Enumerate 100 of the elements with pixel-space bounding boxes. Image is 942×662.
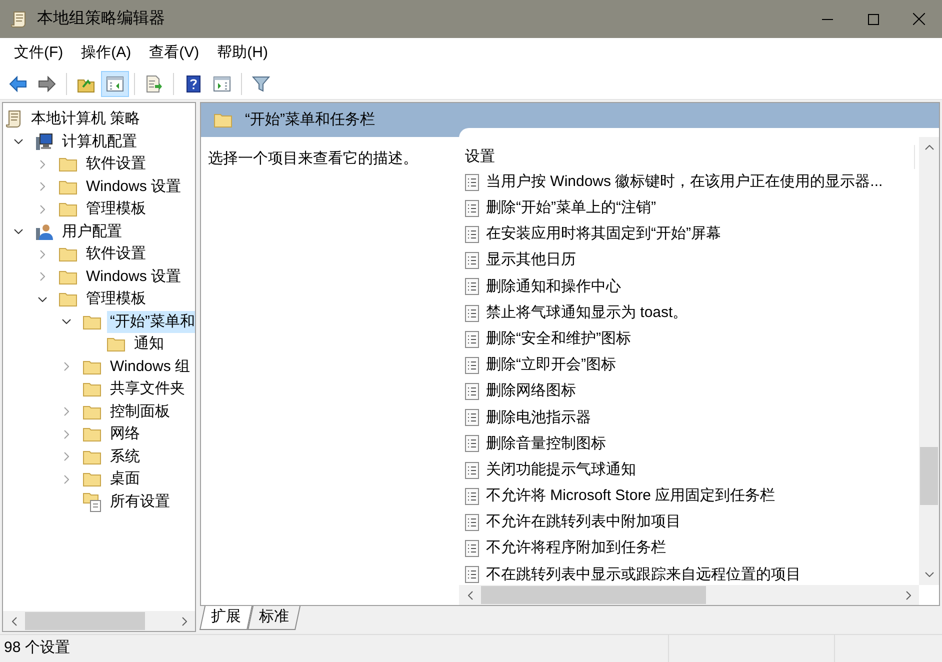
maximize-icon [868, 14, 878, 24]
tree-item[interactable]: 控制面板 [107, 400, 173, 423]
folder-icon [83, 314, 101, 330]
tree-item[interactable]: 计算机配置 [59, 130, 140, 153]
tree-item[interactable]: 管理模板 [83, 198, 149, 220]
chevron-right-icon[interactable] [64, 407, 68, 416]
setting-item[interactable]: 当用户按 Windows 徽标键时，在该用户正在使用的显示器... [486, 170, 883, 194]
setting-icon [465, 462, 479, 479]
pane-action-icon [213, 74, 231, 92]
folder-icon [59, 178, 77, 195]
tab[interactable]: 标准 [247, 606, 301, 630]
scrollbar-thumb[interactable] [25, 612, 145, 630]
tree-item[interactable]: 所有设置 [107, 490, 173, 513]
tree-item[interactable]: 管理模板 [83, 288, 149, 310]
tree-item[interactable]: Windows 设置 [83, 176, 184, 198]
setting-icon [465, 200, 479, 217]
export-list-icon [145, 74, 163, 92]
tree-item[interactable]: Windows 组 [107, 356, 194, 378]
setting-icon [465, 409, 479, 426]
menu-item[interactable]: 文件(F) [5, 40, 72, 66]
folder-icon [59, 156, 77, 172]
setting-item[interactable]: 禁止将气球通知显示为 toast。 [486, 302, 688, 324]
setting-item[interactable]: 不允许在跳转列表中附加项目 [486, 511, 681, 534]
panel-title: “开始”菜单和任务栏 [245, 110, 375, 130]
chevron-down-icon [924, 572, 934, 577]
computer-icon [35, 132, 53, 151]
setting-icon [465, 383, 479, 400]
tree-item[interactable]: “开始”菜单和 [107, 310, 195, 333]
tree-item[interactable]: 软件设置 [83, 243, 149, 266]
folder-icon [59, 291, 77, 308]
chevron-right-icon[interactable] [40, 250, 44, 259]
setting-item[interactable]: 不允许将程序附加到任务栏 [486, 537, 666, 560]
folder-icon [83, 381, 101, 398]
setting-item[interactable]: 不允许将 Microsoft Store 应用固定到任务栏 [486, 485, 776, 508]
chevron-down-icon[interactable] [14, 229, 22, 234]
scrollbar-thumb[interactable] [481, 586, 706, 604]
tree-item[interactable]: 用户配置 [59, 220, 125, 243]
folder-icon [107, 336, 125, 352]
pane-tree-icon [106, 74, 124, 92]
folder-icon [83, 404, 101, 420]
column-header[interactable]: 设置 [465, 146, 495, 168]
tree-item[interactable]: 桌面 [107, 468, 143, 490]
setting-icon [465, 356, 479, 374]
chevron-right-icon[interactable] [40, 272, 44, 282]
chevron-right-icon[interactable] [64, 474, 68, 484]
tree-item[interactable]: 软件设置 [83, 153, 149, 176]
chevron-right-icon[interactable] [40, 204, 44, 214]
folder-icon [83, 448, 101, 465]
close-icon [913, 13, 925, 25]
user-icon [35, 222, 53, 241]
setting-item[interactable]: 删除电池指示器 [486, 406, 591, 430]
filter-icon [252, 74, 270, 92]
setting-icon [465, 514, 479, 532]
minimize-icon [822, 18, 832, 20]
folder-icon [59, 246, 77, 262]
window-title: 本地组策略编辑器 [37, 8, 165, 29]
chevron-left-icon [468, 590, 472, 600]
horizontal-scrollbar[interactable] [459, 585, 919, 605]
setting-icon [465, 488, 479, 505]
menu-item[interactable]: 查看(V) [140, 40, 208, 66]
tree-item[interactable]: 系统 [107, 446, 143, 468]
setting-item[interactable]: 删除“立即开会”图标 [486, 354, 616, 377]
setting-item[interactable]: 删除网络图标 [486, 380, 576, 403]
chevron-down-icon[interactable] [38, 296, 46, 302]
folder-icon [83, 471, 101, 488]
setting-icon [465, 174, 479, 191]
back-arrow-icon [9, 74, 27, 92]
description-text: 选择一个项目来查看它的描述。 [208, 150, 418, 167]
chevron-down-icon[interactable] [14, 139, 22, 144]
chevron-right-icon[interactable] [40, 160, 44, 169]
setting-item[interactable]: 删除音量控制图标 [486, 432, 606, 456]
tree-item[interactable]: 共享文件夹 [107, 378, 188, 400]
setting-item[interactable]: 不在跳转列表中显示或跟踪来自远程位置的项目 [486, 564, 801, 585]
tree-item[interactable]: 通知 [131, 333, 167, 356]
setting-item[interactable]: 删除“开始”菜单上的“注销” [486, 197, 656, 220]
setting-item[interactable]: 删除“安全和维护”图标 [486, 328, 631, 350]
setting-item[interactable]: 在安装应用时将其固定到“开始”屏幕 [486, 223, 721, 246]
chevron-down-icon[interactable] [62, 319, 70, 324]
menu-item[interactable]: 帮助(H) [208, 40, 277, 66]
chevron-right-icon[interactable] [40, 182, 44, 192]
tab[interactable]: 扩展 [199, 606, 253, 630]
horizontal-scrollbar[interactable] [3, 611, 195, 631]
forward-arrow-icon [38, 74, 56, 92]
vertical-scrollbar[interactable] [919, 137, 939, 585]
setting-item[interactable]: 关闭功能提示气球通知 [486, 458, 636, 482]
setting-item[interactable]: 删除通知和操作中心 [486, 276, 621, 298]
chevron-right-icon[interactable] [64, 430, 68, 439]
chevron-right-icon[interactable] [64, 452, 68, 462]
menu-item[interactable]: 操作(A) [72, 40, 140, 66]
scrollbar-thumb[interactable] [920, 447, 938, 505]
setting-item[interactable]: 显示其他日历 [486, 249, 576, 272]
chevron-right-icon[interactable] [64, 362, 68, 372]
setting-icon [465, 304, 479, 322]
folder-icon [214, 112, 232, 128]
tree-item[interactable]: Windows 设置 [83, 266, 184, 288]
tree-item[interactable]: 网络 [107, 423, 143, 446]
status-text: 98 个设置 [3, 638, 71, 658]
folder-list-icon [83, 492, 101, 512]
setting-icon [465, 330, 479, 348]
tree-item[interactable]: 本地计算机 策略 [28, 108, 144, 130]
